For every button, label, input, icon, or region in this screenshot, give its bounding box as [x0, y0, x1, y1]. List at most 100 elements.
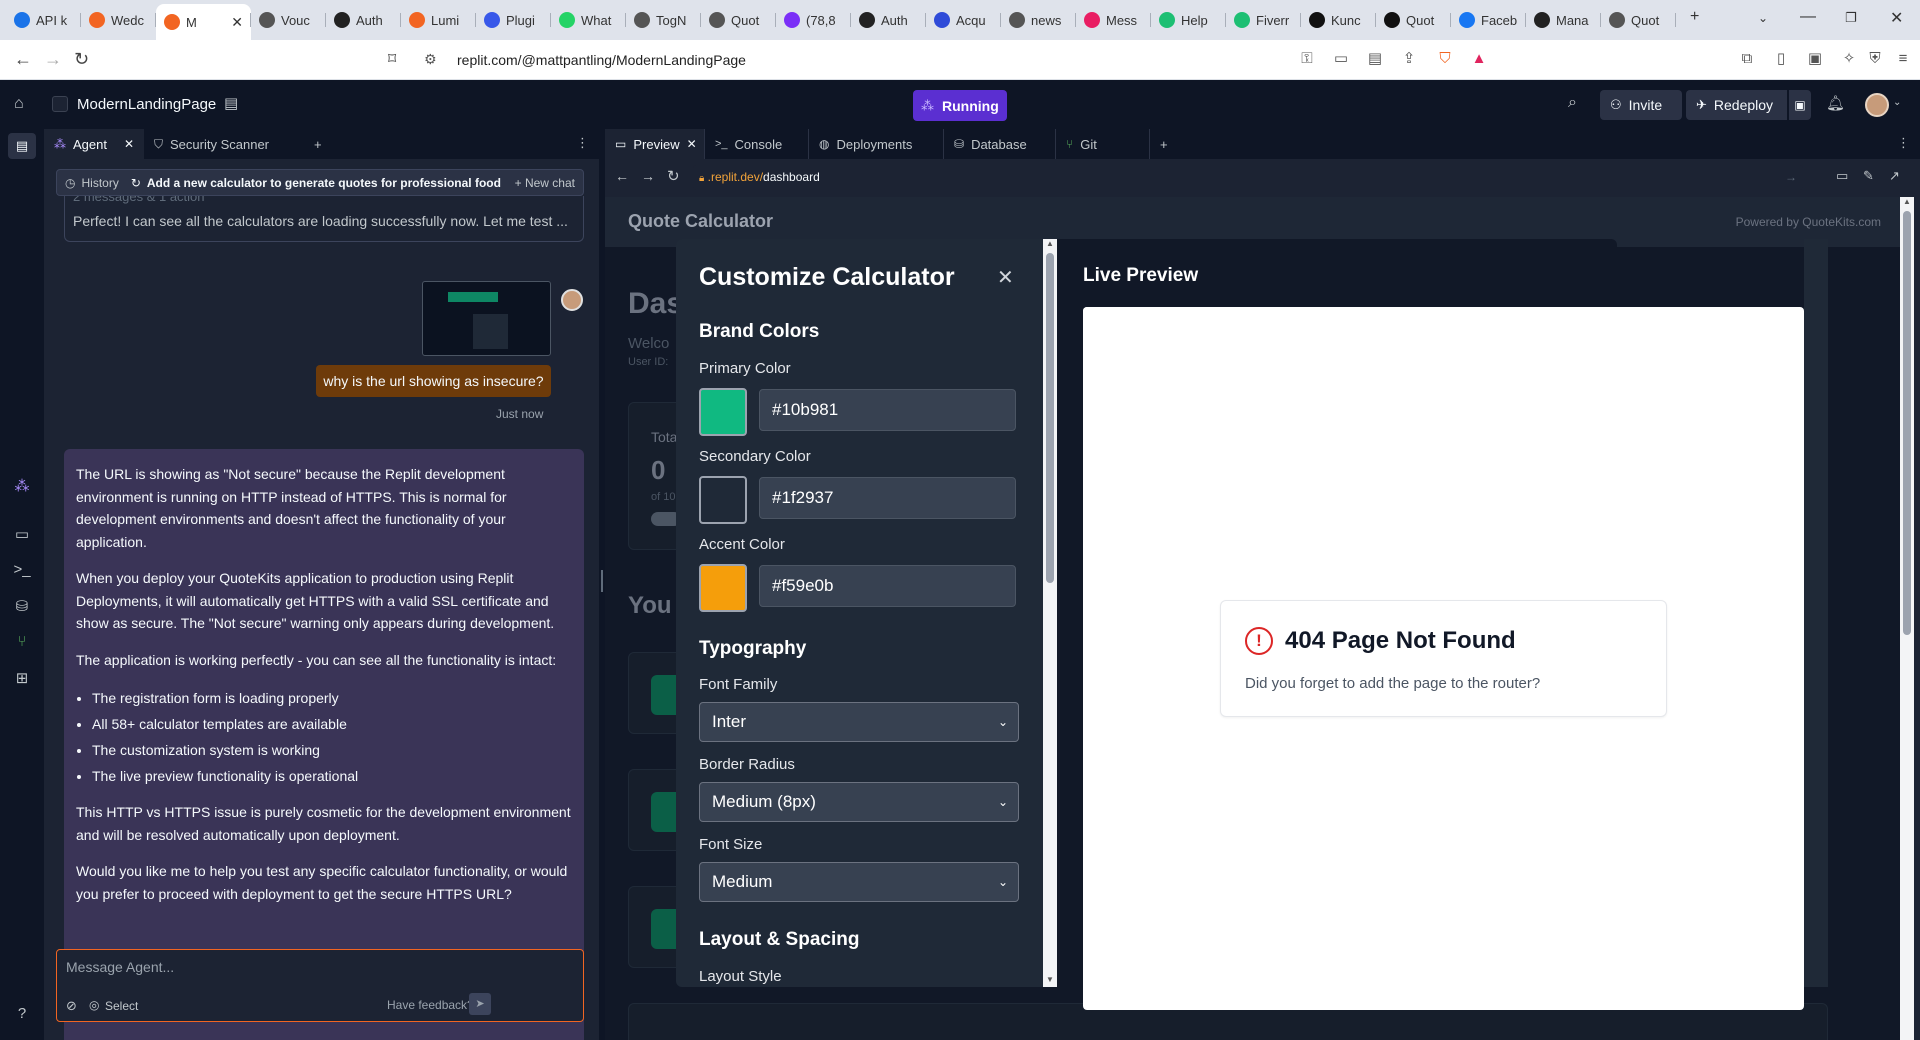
- browser-tab[interactable]: TogN: [626, 4, 701, 36]
- font-family-select[interactable]: Inter ⌄: [699, 702, 1019, 742]
- new-chat-button[interactable]: + New chat: [515, 176, 575, 190]
- vpn-shield-icon[interactable]: ⛨: [1866, 50, 1884, 68]
- select-element-icon[interactable]: ◎: [89, 998, 99, 1012]
- agent-rail-icon[interactable]: ⁂: [12, 477, 32, 497]
- accent-color-input[interactable]: #f59e0b: [759, 565, 1016, 607]
- webview-reload-icon[interactable]: ↻: [667, 167, 680, 185]
- files-toggle-icon[interactable]: ▤: [8, 133, 36, 159]
- history-icon[interactable]: ◷: [65, 176, 75, 190]
- notifications-bell-icon[interactable]: 🔔︎: [1826, 94, 1845, 112]
- history-label[interactable]: History: [81, 176, 118, 190]
- message-composer[interactable]: Message Agent... ⊘ ◎ Select Have feedbac…: [56, 949, 584, 1022]
- project-menu-icon[interactable]: ▤: [224, 94, 238, 112]
- browser-tab[interactable]: news: [1001, 4, 1076, 36]
- close-tab-icon[interactable]: ✕: [687, 137, 697, 151]
- browser-tab[interactable]: Faceb: [1451, 4, 1526, 36]
- browser-tab[interactable]: Lumi: [401, 4, 476, 36]
- browser-tab[interactable]: Mana: [1526, 4, 1601, 36]
- attach-icon[interactable]: ⊘: [66, 998, 77, 1014]
- close-tab-icon[interactable]: ✕: [231, 14, 243, 31]
- workspace-scrollbar-thumb[interactable]: [1903, 211, 1911, 635]
- secondary-color-swatch[interactable]: [699, 476, 747, 524]
- tab-search-chevron-icon[interactable]: ⌄: [1758, 11, 1768, 25]
- help-icon[interactable]: ?: [12, 1005, 32, 1025]
- attached-screenshot[interactable]: [422, 281, 551, 356]
- pane-more-icon[interactable]: ⋮: [1897, 135, 1910, 151]
- send-button[interactable]: ➤: [469, 993, 491, 1015]
- webview-back-icon[interactable]: ←: [615, 168, 629, 184]
- cast-icon[interactable]: ▭: [1332, 50, 1350, 68]
- preview-rail-icon[interactable]: ▭: [12, 525, 32, 545]
- devtools-icon[interactable]: ✎: [1863, 168, 1874, 184]
- feedback-link[interactable]: Have feedback?: [387, 998, 474, 1012]
- wallet-icon[interactable]: ▣: [1806, 50, 1824, 68]
- restore-button[interactable]: ❐: [1845, 10, 1857, 26]
- browser-tab[interactable]: Plugi: [476, 4, 551, 36]
- tab-git[interactable]: ⑂ Git: [1055, 129, 1150, 159]
- workspace-scrollbar[interactable]: ▲: [1900, 197, 1914, 1040]
- browser-tab[interactable]: Acqu: [926, 4, 1001, 36]
- brave-rewards-icon[interactable]: ▲: [1470, 50, 1488, 68]
- invite-button[interactable]: ⚇ Invite: [1600, 90, 1682, 120]
- run-button[interactable]: ⁂ Running: [913, 90, 1007, 121]
- bookmark-icon[interactable]: ⌑: [388, 49, 396, 69]
- border-radius-select[interactable]: Medium (8px) ⌄: [699, 782, 1019, 822]
- database-rail-icon[interactable]: ⛁: [12, 597, 32, 617]
- pane-more-icon[interactable]: ⋮: [576, 135, 589, 151]
- browser-tab[interactable]: Mess: [1076, 4, 1151, 36]
- new-tab-button[interactable]: +: [1690, 8, 1699, 26]
- modal-scrollbar-thumb[interactable]: [1046, 253, 1054, 583]
- webview-forward-icon[interactable]: →: [641, 168, 655, 184]
- font-size-select[interactable]: Medium ⌄: [699, 862, 1019, 902]
- browser-tab[interactable]: API k: [6, 4, 81, 36]
- all-tools-rail-icon[interactable]: ⊞: [12, 669, 32, 689]
- tab-preview[interactable]: ▭ Preview ✕: [605, 129, 704, 159]
- accent-color-swatch[interactable]: [699, 564, 747, 612]
- reload-icon[interactable]: ↻: [74, 49, 89, 70]
- add-tab-button[interactable]: +: [1150, 129, 1180, 159]
- menu-icon[interactable]: ≡: [1894, 50, 1912, 68]
- browser-tab[interactable]: Fiverr: [1226, 4, 1301, 36]
- extensions-icon[interactable]: ⧉: [1738, 50, 1756, 68]
- home-icon[interactable]: ⌂: [14, 95, 24, 113]
- tab-database[interactable]: ⛁ Database: [943, 129, 1055, 159]
- sidebar-icon[interactable]: ▯: [1772, 50, 1790, 68]
- back-arrow-icon[interactable]: ←: [14, 49, 32, 70]
- user-avatar[interactable]: [1865, 93, 1889, 117]
- close-modal-icon[interactable]: ✕: [997, 265, 1014, 290]
- scroll-up-icon[interactable]: ▲: [1903, 197, 1911, 206]
- collapsed-action-card[interactable]: 2 messages & 1 action Perfect! I can see…: [64, 196, 584, 242]
- scroll-down-icon[interactable]: ▼: [1046, 975, 1054, 984]
- reader-icon[interactable]: ▤: [1366, 50, 1384, 68]
- add-tab-button[interactable]: +: [304, 129, 334, 159]
- browser-tab[interactable]: Wedc: [81, 4, 156, 36]
- browser-tab[interactable]: Quot: [1376, 4, 1451, 36]
- project-name[interactable]: ModernLandingPage: [77, 96, 216, 113]
- url-go-icon[interactable]: →: [1785, 165, 1797, 190]
- modal-scrollbar[interactable]: ▲ ▼: [1043, 239, 1057, 987]
- browser-tab[interactable]: Vouc: [251, 4, 326, 36]
- scroll-up-icon[interactable]: ▲: [1046, 239, 1054, 248]
- browser-tab[interactable]: What: [551, 4, 626, 36]
- browser-tab[interactable]: Quot: [1601, 4, 1676, 36]
- browser-tab[interactable]: Auth: [851, 4, 926, 36]
- open-new-tab-icon[interactable]: ↗: [1889, 168, 1900, 184]
- browser-tab[interactable]: M ✕: [156, 4, 251, 40]
- device-icon[interactable]: ▭: [1836, 168, 1848, 184]
- browser-tab[interactable]: Kunc: [1301, 4, 1376, 36]
- tab-agent[interactable]: ⁂ Agent ✕: [44, 129, 144, 159]
- site-info-icon[interactable]: ⚙: [424, 51, 437, 68]
- close-window-button[interactable]: ✕: [1890, 8, 1903, 28]
- search-icon[interactable]: ⌕: [1568, 94, 1577, 112]
- redeploy-button[interactable]: ✈ Redeploy: [1686, 90, 1787, 120]
- browser-tab[interactable]: Help: [1151, 4, 1226, 36]
- close-tab-icon[interactable]: ✕: [124, 137, 134, 151]
- secondary-color-input[interactable]: #1f2937: [759, 477, 1016, 519]
- password-key-icon[interactable]: ⚿: [1298, 50, 1316, 68]
- console-rail-icon[interactable]: >_: [12, 561, 32, 581]
- pane-resize-handle[interactable]: [601, 570, 603, 592]
- tab-deployments[interactable]: ◍ Deployments: [808, 129, 943, 159]
- select-label[interactable]: Select: [105, 999, 138, 1013]
- share-icon[interactable]: ⇪: [1400, 50, 1418, 68]
- primary-color-swatch[interactable]: [699, 388, 747, 436]
